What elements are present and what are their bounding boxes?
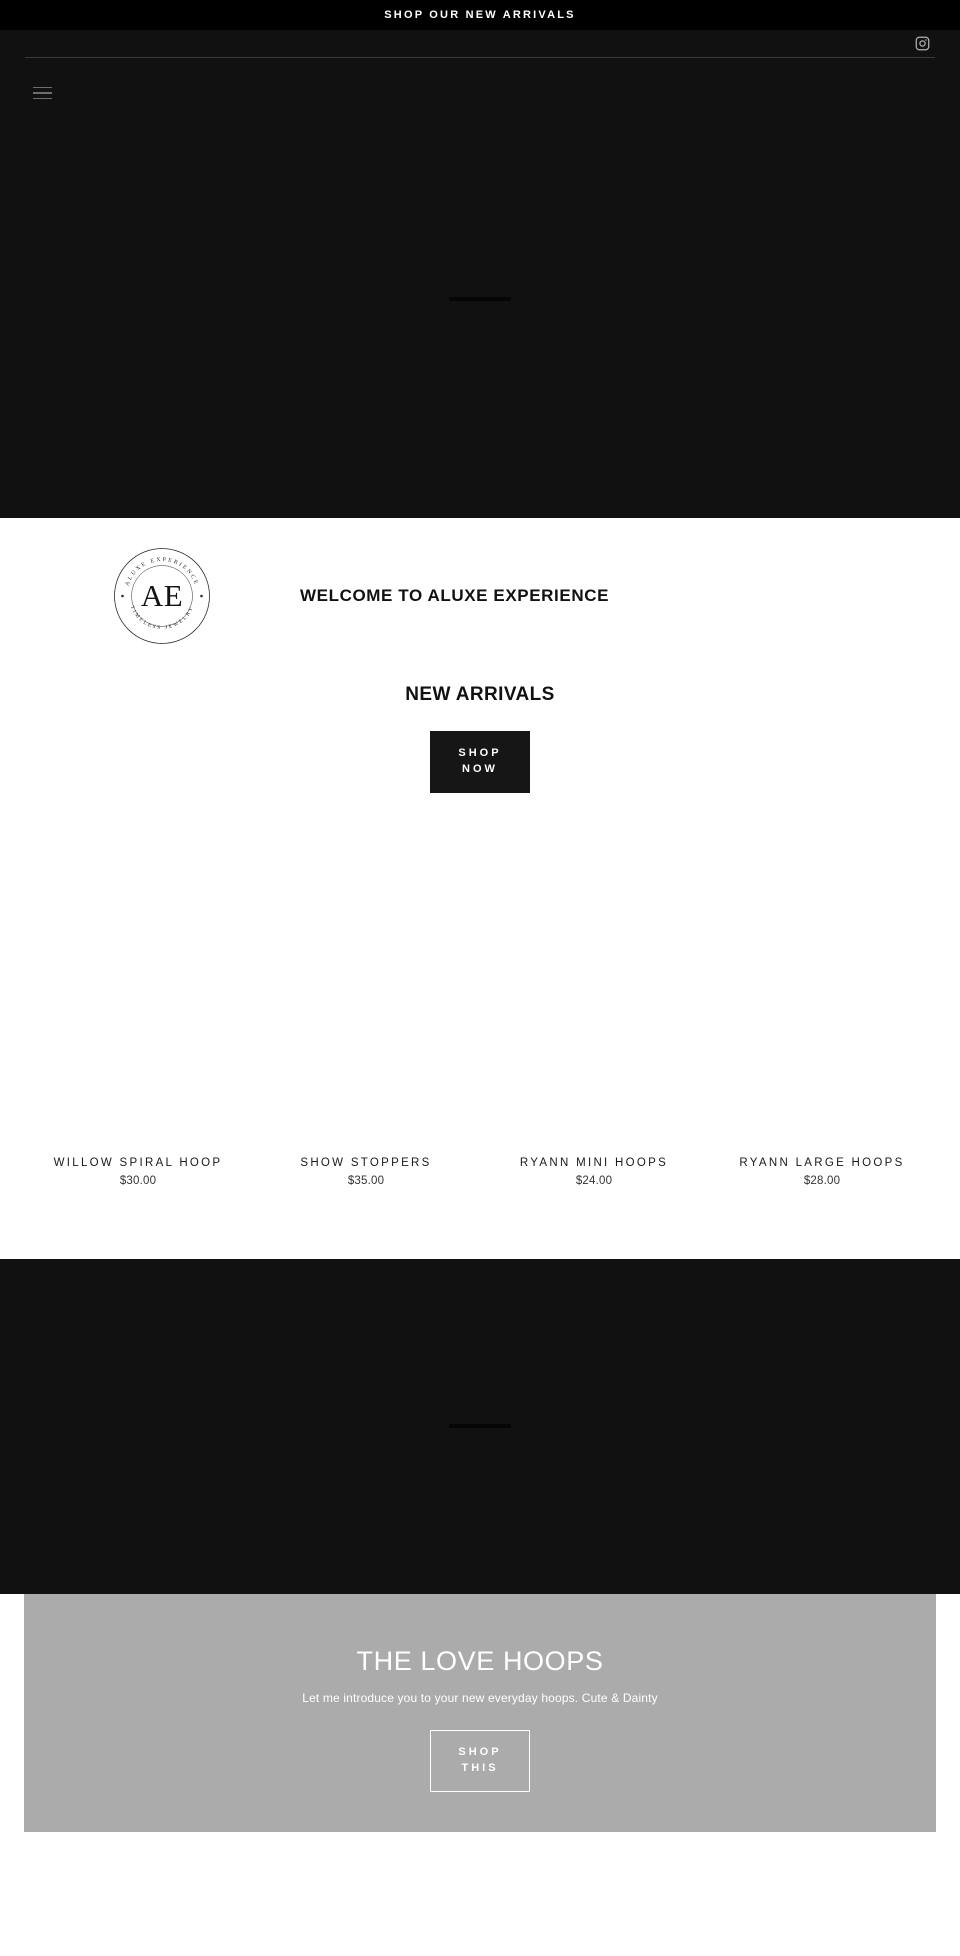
svg-text:AE: AE — [141, 578, 183, 613]
product-price: $30.00 — [119, 1174, 157, 1187]
dark-banner-placeholder-bar — [449, 1423, 511, 1428]
instagram-link[interactable] — [915, 36, 930, 51]
shop-this-button-wrapper: SHOP THIS — [24, 1729, 936, 1792]
product-card[interactable]: RYANN LARGE HOOPS $28.00 — [708, 842, 936, 1187]
welcome-title: WELCOME TO ALUXE EXPERIENCE — [300, 586, 610, 605]
product-card[interactable]: SHOW STOPPERS $35.00 — [252, 842, 480, 1187]
shop-this-label-line1: SHOP — [458, 1745, 502, 1758]
hero-placeholder-bar — [449, 297, 511, 301]
product-title: SHOW STOPPERS — [300, 1156, 432, 1169]
product-grid: WILLOW SPIRAL HOOP $30.00 SHOW STOPPERS … — [0, 793, 960, 1187]
hamburger-menu-icon[interactable] — [33, 86, 52, 100]
social-links — [915, 36, 930, 51]
product-price: $28.00 — [803, 1174, 841, 1187]
hamburger-line — [33, 92, 52, 94]
aluxe-experience-logo-icon: ALUXE EXPERIENCE TIMELESS JEWELRY AE — [114, 548, 210, 644]
product-card[interactable]: RYANN MINI HOOPS $24.00 — [480, 842, 708, 1187]
product-card[interactable]: WILLOW SPIRAL HOOP $30.00 — [24, 842, 252, 1187]
product-image[interactable] — [32, 842, 244, 1143]
shop-now-label-line1: SHOP — [458, 747, 502, 759]
product-image[interactable] — [488, 842, 700, 1143]
hero-slideshow[interactable] — [0, 130, 960, 518]
new-arrivals-section: NEW ARRIVALS SHOP NOW WILLOW SPIRAL HOOP… — [0, 684, 960, 1187]
product-image[interactable] — [716, 842, 928, 1143]
product-price: $24.00 — [575, 1174, 613, 1187]
announcement-bar[interactable]: SHOP OUR NEW ARRIVALS — [0, 0, 960, 30]
love-hoops-promo-section: THE LOVE HOOPS Let me introduce you to y… — [24, 1593, 936, 1832]
shop-this-label-line2: THIS — [461, 1761, 499, 1774]
promo-title: THE LOVE HOOPS — [356, 1645, 604, 1676]
shop-now-label-line2: NOW — [462, 762, 498, 775]
welcome-section: ALUXE EXPERIENCE TIMELESS JEWELRY AE WEL… — [0, 518, 960, 646]
header-utility-row — [0, 30, 960, 57]
logo-wrapper[interactable]: ALUXE EXPERIENCE TIMELESS JEWELRY AE — [0, 546, 300, 646]
site-header — [0, 30, 960, 130]
page-bottom-spacer — [0, 1831, 960, 1956]
secondary-dark-banner[interactable] — [0, 1258, 960, 1594]
shop-now-button[interactable]: SHOP NOW — [430, 731, 530, 793]
shop-now-button-wrapper: SHOP NOW — [0, 731, 960, 793]
instagram-icon — [915, 36, 930, 51]
product-title: RYANN MINI HOOPS — [519, 1156, 669, 1169]
product-title: RYANN LARGE HOOPS — [739, 1156, 905, 1169]
product-image[interactable] — [260, 842, 472, 1143]
announcement-text: SHOP OUR NEW ARRIVALS — [384, 9, 576, 21]
product-title: WILLOW SPIRAL HOOP — [53, 1156, 223, 1169]
promo-subtitle: Let me introduce you to your new everyda… — [302, 1690, 658, 1705]
header-lower-row — [0, 57, 960, 129]
new-arrivals-heading: NEW ARRIVALS — [405, 684, 555, 705]
product-price: $35.00 — [347, 1174, 385, 1187]
shop-this-button[interactable]: SHOP THIS — [430, 1729, 530, 1792]
hamburger-line — [33, 97, 52, 100]
hamburger-line — [33, 86, 52, 89]
header-divider — [25, 57, 935, 58]
